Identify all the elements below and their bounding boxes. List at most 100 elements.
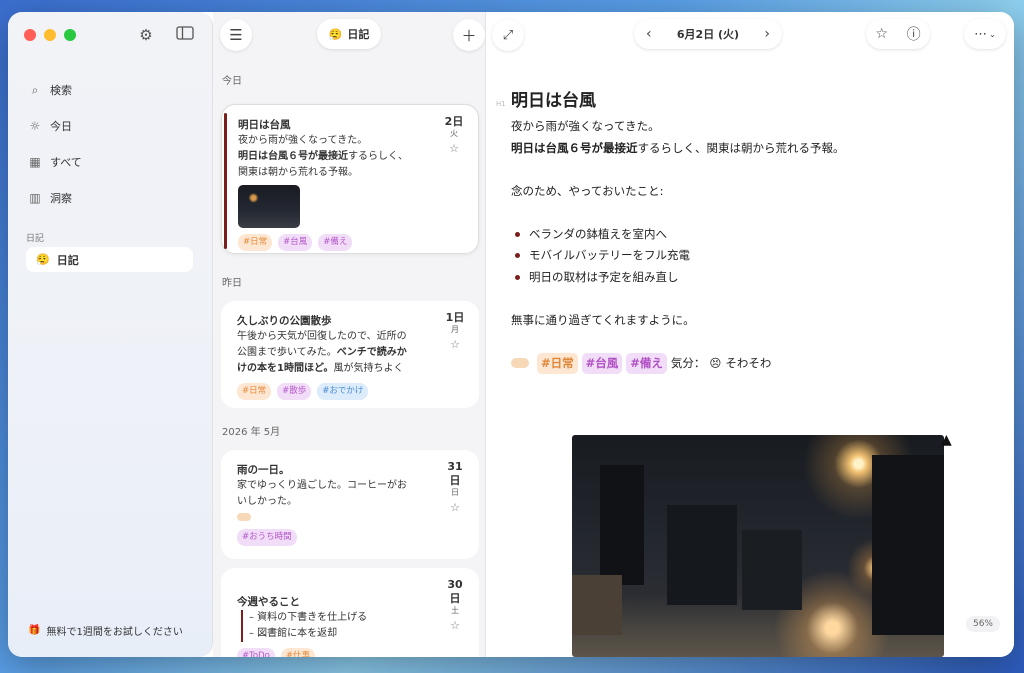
entry-tags: #ToDo #仕事: [237, 648, 463, 657]
entry-preview-line: 家でゆっくり過ごした。コーヒーがお: [237, 480, 407, 491]
sidebar-item-diary[interactable]: 😮‍💨 日記: [26, 247, 193, 272]
chevron-left-icon[interactable]: ‹: [646, 26, 652, 42]
tag[interactable]: #備え: [318, 234, 353, 251]
tag[interactable]: #台風: [581, 352, 623, 374]
sidebar-item-label: 日記: [56, 253, 79, 267]
chevron-right-icon[interactable]: ›: [764, 26, 770, 42]
entry-preview-line: 公園まで歩いてみた。: [237, 347, 337, 358]
minimize-window-button[interactable]: [44, 29, 56, 41]
expand-icon: ⤢: [502, 27, 514, 43]
gear-icon[interactable]: ⚙: [136, 26, 156, 44]
sidebar-nav: ⌕ 検索 ☼ 今日 ▦ すべて ▥ 洞察: [28, 72, 198, 216]
sidebar-item-search[interactable]: ⌕ 検索: [28, 72, 198, 108]
entry-preview-line: 風が気持ちよく: [333, 363, 404, 374]
group-label: 今日: [222, 76, 242, 87]
bar-chart-icon: ▥: [29, 191, 41, 205]
entry-preview-bold: けの本を1時間ほど。: [237, 363, 334, 374]
tag[interactable]: #台風: [278, 234, 313, 251]
sigh-emoji-icon: 😮‍💨: [328, 27, 343, 41]
expand-button[interactable]: ⤢: [492, 19, 524, 51]
more-options-button[interactable]: ⋯ ⌄: [964, 19, 1006, 49]
tag[interactable]: #日常: [238, 234, 273, 251]
zoom-level[interactable]: 56%: [965, 616, 1000, 632]
paragraph[interactable]: 無事に通り過ぎてくれますように。: [511, 310, 971, 332]
checklist-item: – 図書館に本を返却: [249, 628, 338, 639]
entry-date: 2日 火 ☆: [442, 115, 466, 157]
entry-detail: ⤢ ‹ 6月2日 (火) › ☆ ⓘ ⋯ ⌄ H1 明日は台風 夜から雨が強くな…: [486, 12, 1014, 657]
tag[interactable]: #仕事: [280, 648, 315, 657]
entry-tags: #日常 #散歩 #おでかけ: [237, 383, 463, 400]
window-controls: [24, 29, 76, 41]
entry-preview-line: 夜から雨が強くなってきた。: [238, 135, 368, 146]
sidebar-item-today[interactable]: ☼ 今日: [28, 108, 198, 144]
entry-day: 1日: [445, 311, 465, 324]
grid-icon: ▦: [29, 155, 41, 169]
checklist-item: – 資料の下書きを仕上げる: [249, 612, 368, 623]
entry-photo[interactable]: [572, 435, 944, 657]
star-icon[interactable]: ☆: [443, 618, 467, 634]
group-label: 昨日: [222, 278, 242, 289]
star-icon[interactable]: ☆: [443, 500, 467, 516]
list-menu-button[interactable]: ☰: [220, 19, 252, 51]
entry-title: 明日は台風: [238, 119, 291, 131]
sidebar-item-label: すべて: [50, 156, 82, 169]
entry-card[interactable]: 久しぶりの公園散歩 午後から天気が回復したので、近所の 公園まで歩いてみた。ベン…: [221, 301, 479, 408]
tag[interactable]: #備え: [626, 352, 667, 374]
list-item[interactable]: 明日の取材は予定を組み直し: [515, 267, 971, 289]
bold-text: 明日は台風６号が最接近: [511, 140, 638, 155]
tag[interactable]: #おでかけ: [317, 383, 369, 400]
mood-label: 気分：: [670, 355, 706, 370]
entry-date: 30日 土 ☆: [443, 578, 467, 634]
new-entry-button[interactable]: ＋: [453, 19, 485, 51]
paragraph[interactable]: 念のため、やっておいたこと:: [511, 181, 971, 203]
sidebar-toggle-icon[interactable]: [175, 26, 195, 44]
bullet-list: ベランダの鉢植えを室内へ モバイルバッテリーをフル充電 明日の取材は予定を組み直…: [515, 224, 971, 289]
paragraph[interactable]: 夜から雨が強くなってきた。: [511, 116, 971, 138]
tag[interactable]: #おうち時間: [237, 529, 297, 546]
entry-card[interactable]: 明日は台風 夜から雨が強くなってきた。 明日は台風６号が最接近するらしく、 関東…: [221, 104, 479, 254]
trial-text: 無料で1週間をお試しください: [46, 627, 183, 638]
tag[interactable]: #ToDo: [237, 648, 275, 657]
sidebar-item-label: 今日: [50, 120, 72, 133]
list-item[interactable]: モバイルバッテリーをフル充電: [515, 245, 971, 267]
entry-card[interactable]: 今週やること – 資料の下書きを仕上げる – 図書館に本を返却 #ToDo #仕…: [221, 568, 479, 657]
entry-heading[interactable]: 明日は台風: [511, 88, 971, 114]
sticker-icon: [511, 358, 529, 369]
sidebar-item-insights[interactable]: ▥ 洞察: [28, 180, 198, 216]
entry-checklist: – 資料の下書きを仕上げる – 図書館に本を返却: [241, 610, 463, 642]
entry-day: 31日: [447, 460, 463, 487]
entry-weekday: 日: [451, 488, 459, 497]
journal-title: 日記: [347, 28, 370, 41]
paragraph[interactable]: 明日は台風６号が最接近するらしく、関東は朝から荒れる予報。: [511, 138, 971, 160]
star-icon[interactable]: ☆: [875, 26, 888, 42]
entry-date: 1日 月 ☆: [443, 311, 467, 353]
entry-day: 30日: [447, 578, 463, 605]
entry-weekday: 月: [451, 325, 459, 334]
entry-card[interactable]: 雨の一日。 家でゆっくり過ごした。コーヒーがお いしかった。 #おうち時間 31…: [221, 450, 479, 559]
entry-tags: #日常 #台風 #備え: [238, 234, 462, 251]
list-item[interactable]: ベランダの鉢植えを室内へ: [515, 224, 971, 246]
info-icon[interactable]: ⓘ: [907, 24, 921, 44]
journal-selector[interactable]: 😮‍💨 日記: [317, 19, 381, 49]
tag[interactable]: #日常: [237, 383, 272, 400]
star-icon[interactable]: ☆: [442, 141, 466, 157]
current-date[interactable]: 6月2日 (火): [677, 26, 739, 42]
entry-day: 2日: [444, 115, 464, 128]
trial-banner[interactable]: 🎁 無料で1週間をお試しください: [28, 623, 183, 638]
zoom-window-button[interactable]: [64, 29, 76, 41]
close-window-button[interactable]: [24, 29, 36, 41]
tag[interactable]: #散歩: [277, 383, 312, 400]
list-icon: ☰: [229, 26, 243, 44]
tag[interactable]: #日常: [537, 352, 578, 374]
text: するらしく、関東は朝から荒れる予報。: [637, 140, 845, 155]
heading-marker: H1: [496, 100, 506, 108]
mouse-cursor-icon: ▲: [941, 432, 952, 448]
app-window: ⚙ ⌕ 検索 ☼ 今日 ▦ すべて ▥ 洞察 日記 😮‍💨: [8, 12, 1014, 657]
entry-body[interactable]: H1 明日は台風 夜から雨が強くなってきた。 明日は台風６号が最接近するらしく、…: [496, 88, 971, 374]
ellipsis-icon: ⋯: [974, 26, 988, 42]
sidebar-item-all[interactable]: ▦ すべて: [28, 144, 198, 180]
entry-preview-bold: ベンチで読みか: [336, 347, 407, 358]
chevron-down-icon: ⌄: [989, 29, 996, 39]
date-navigator: ‹ 6月2日 (火) ›: [634, 19, 782, 49]
star-icon[interactable]: ☆: [443, 337, 467, 353]
